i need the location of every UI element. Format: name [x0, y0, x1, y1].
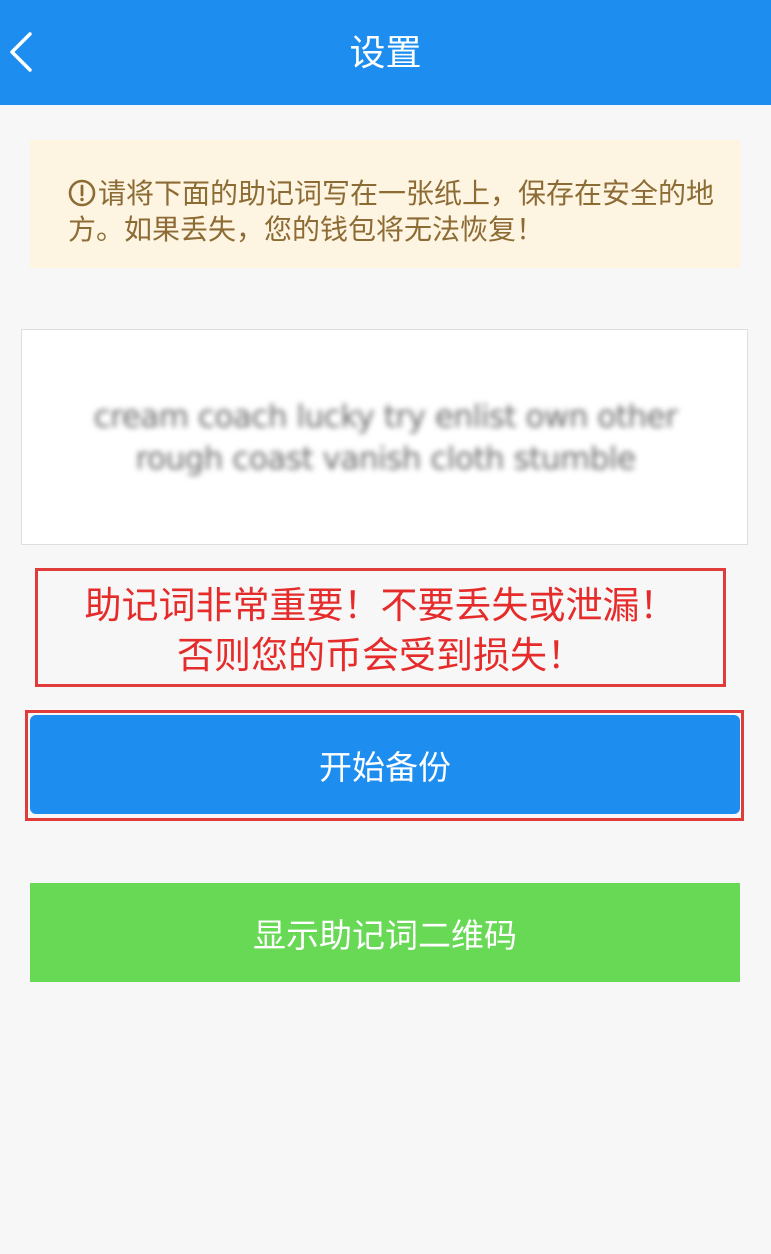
- top-app-bar: 设置: [0, 0, 771, 105]
- exclamation-circle-icon: [68, 179, 96, 207]
- mnemonic-phrase: cream coach lucky try enlist own other r…: [52, 396, 719, 480]
- important-notice-text: 助记词非常重要！不要丢失或泄漏！ 否则您的币会受到损失！: [38, 581, 723, 681]
- warning-text: 请将下面的助记词写在一张纸上，保存在安全的地方。如果丢失，您的钱包将无法恢复！: [68, 177, 715, 246]
- show-mnemonic-qr-button[interactable]: 显示助记词二维码: [30, 883, 740, 982]
- notice-line-2: 否则您的币会受到损失！: [177, 634, 584, 677]
- page-title: 设置: [349, 33, 422, 74]
- important-notice: 助记词非常重要！不要丢失或泄漏！ 否则您的币会受到损失！: [35, 568, 726, 687]
- mnemonic-phrase-box: cream coach lucky try enlist own other r…: [21, 329, 748, 545]
- mnemonic-line-1: cream coach lucky try enlist own other: [93, 399, 678, 435]
- mnemonic-line-2: rough coast vanish cloth stumble: [135, 441, 636, 477]
- warning-message: 请将下面的助记词写在一张纸上，保存在安全的地方。如果丢失，您的钱包将无法恢复！: [68, 176, 718, 248]
- start-backup-button[interactable]: 开始备份: [30, 715, 740, 814]
- notice-line-1: 助记词非常重要！不要丢失或泄漏！: [84, 584, 677, 627]
- warning-banner: 请将下面的助记词写在一张纸上，保存在安全的地方。如果丢失，您的钱包将无法恢复！: [30, 140, 740, 268]
